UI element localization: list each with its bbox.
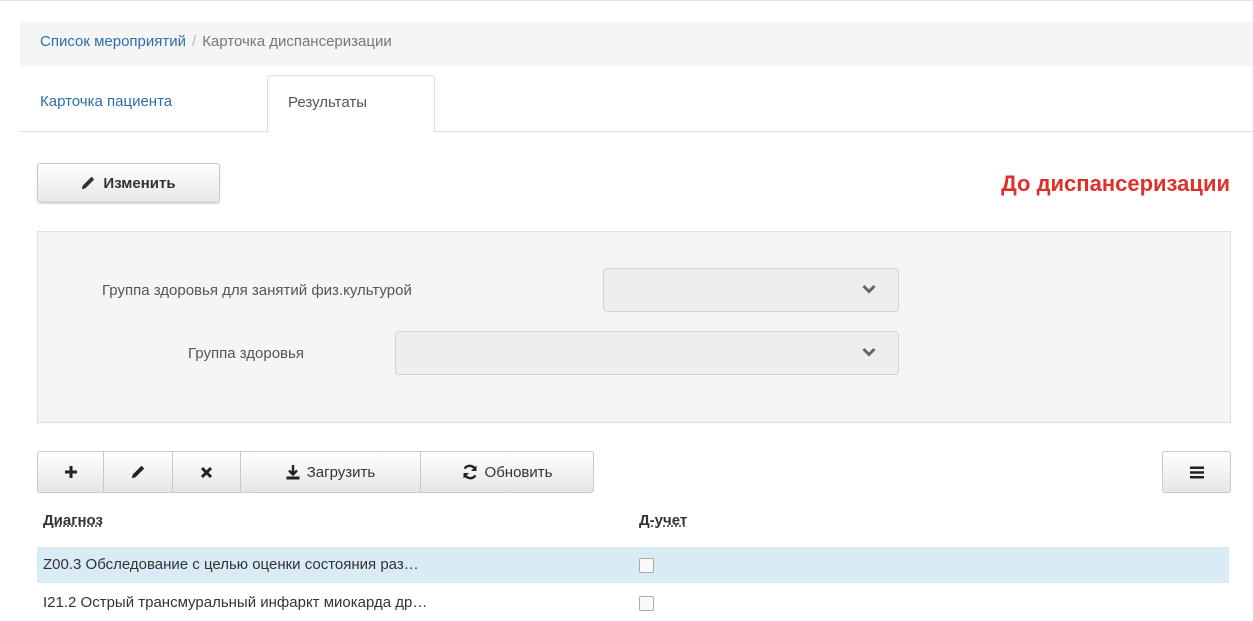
- grid-toolbar: Загрузить Обновить: [37, 451, 594, 493]
- chevron-down-icon: [862, 347, 876, 357]
- diagnosis-cell: I21.2 Острый трансмуральный инфаркт миок…: [43, 594, 428, 611]
- times-icon: [200, 466, 213, 478]
- delete-button[interactable]: [172, 451, 241, 493]
- status-label: До диспансеризации: [1001, 171, 1230, 196]
- health-group-select[interactable]: [395, 331, 899, 375]
- tab-results[interactable]: Результаты: [267, 75, 435, 133]
- load-button[interactable]: Загрузить: [240, 451, 421, 493]
- field-label-health-group: Группа здоровья: [188, 345, 304, 362]
- list-icon: [1189, 466, 1204, 478]
- table-row[interactable]: I21.2 Острый трансмуральный инфаркт миок…: [37, 585, 1229, 621]
- d-uchet-checkbox[interactable]: [639, 596, 654, 611]
- plus-icon: [64, 466, 77, 478]
- pencil-icon: [82, 176, 95, 190]
- tab-patient-card[interactable]: Карточка пациента: [20, 75, 192, 132]
- pe-health-group-select[interactable]: [603, 268, 899, 312]
- column-menu-button[interactable]: [1162, 451, 1231, 493]
- refresh-icon: [462, 464, 477, 480]
- edit-button[interactable]: Изменить: [37, 163, 220, 203]
- edit-row-button[interactable]: [103, 451, 173, 493]
- health-form-panel: Группа здоровья для занятий физ.культуро…: [37, 231, 1231, 423]
- table-row[interactable]: Z00.3 Обследование с целью оценки состоя…: [37, 547, 1229, 583]
- field-label-pe-health-group: Группа здоровья для занятий физ.культуро…: [102, 282, 412, 299]
- column-header-diagnosis[interactable]: Диагноз: [43, 512, 103, 529]
- load-button-label: Загрузить: [306, 463, 376, 481]
- refresh-button-label: Обновить: [484, 463, 553, 481]
- d-uchet-checkbox[interactable]: [639, 558, 654, 573]
- download-icon: [286, 464, 300, 479]
- breadcrumb-current: Карточка диспансеризации: [202, 33, 392, 50]
- breadcrumb-link-events[interactable]: Список мероприятий: [40, 33, 186, 50]
- breadcrumb: Список мероприятий / Карточка диспансериза…: [20, 22, 1253, 66]
- pencil-icon: [131, 465, 145, 479]
- top-divider: [0, 0, 1253, 3]
- column-header-d-uchet[interactable]: Д-учет: [639, 512, 687, 529]
- chevron-down-icon: [862, 284, 876, 294]
- diagnosis-cell: Z00.3 Обследование с целью оценки состоя…: [43, 556, 419, 573]
- tab-bar: Карточка пациента Результаты: [20, 75, 1253, 133]
- breadcrumb-separator: /: [192, 33, 197, 50]
- edit-button-label: Изменить: [103, 174, 176, 192]
- add-button[interactable]: [37, 451, 104, 493]
- refresh-button[interactable]: Обновить: [420, 451, 594, 493]
